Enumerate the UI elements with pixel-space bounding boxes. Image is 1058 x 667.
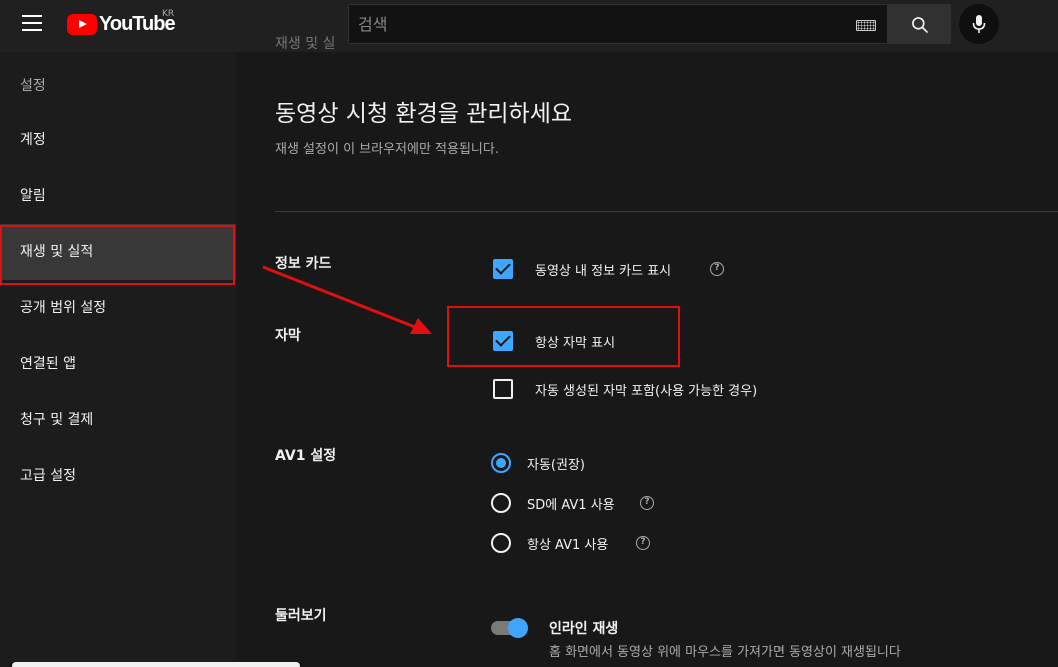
search-icon xyxy=(912,17,929,34)
sidebar-item-advanced[interactable]: 고급 설정 xyxy=(0,448,236,504)
youtube-play-icon xyxy=(67,13,97,35)
info-cards-checkbox[interactable] xyxy=(493,259,513,279)
av1-always-radio[interactable] xyxy=(491,533,511,553)
sidebar-item-connected-apps[interactable]: 연결된 앱 xyxy=(0,336,236,392)
inline-playback-description: 홈 화면에서 동영상 위에 마우스를 가져가면 동영상이 재생됩니다 xyxy=(549,645,901,660)
sidebar-item-account[interactable]: 계정 xyxy=(0,112,236,168)
section-divider xyxy=(275,211,1058,212)
sidebar-title: 설정 xyxy=(20,78,46,94)
info-cards-option-text: 동영상 내 정보 카드 표시 xyxy=(535,264,672,279)
menu-icon[interactable] xyxy=(22,15,42,31)
search-button[interactable] xyxy=(887,4,951,44)
av1-auto-text: 자동(권장) xyxy=(527,458,585,473)
av1-auto-radio[interactable] xyxy=(491,453,511,473)
microphone-icon xyxy=(972,15,986,33)
av1-sd-text: SD에 AV1 사용 xyxy=(527,498,615,513)
section-label-av1: AV1 설정 xyxy=(275,448,337,464)
search-input[interactable] xyxy=(349,5,839,43)
annotation-highlight-captions xyxy=(447,306,680,367)
auto-captions-text: 자동 생성된 자막 포함(사용 가능한 경우) xyxy=(535,384,758,399)
page-title: 동영상 시청 환경을 관리하세요 xyxy=(275,101,573,127)
annotation-highlight-sidebar xyxy=(0,225,235,285)
auto-captions-checkbox[interactable] xyxy=(493,379,513,399)
page-subtitle: 재생 설정이 이 브라우저에만 적용됩니다. xyxy=(275,142,499,157)
sidebar-item-privacy[interactable]: 공개 범위 설정 xyxy=(0,280,236,336)
search-box xyxy=(348,4,888,44)
annotation-arrow-icon xyxy=(262,265,432,334)
sidebar-item-billing[interactable]: 청구 및 결제 xyxy=(0,392,236,448)
bottom-overlay-strip xyxy=(12,662,300,667)
inline-playback-title: 인라인 재생 xyxy=(549,621,619,637)
voice-search-button[interactable] xyxy=(959,4,999,44)
section-label-browse: 둘러보기 xyxy=(275,608,327,624)
help-icon[interactable]: ? xyxy=(640,496,654,510)
inline-playback-toggle-thumb[interactable] xyxy=(508,618,528,638)
keyboard-icon[interactable] xyxy=(856,20,876,31)
av1-sd-radio[interactable] xyxy=(491,493,511,513)
top-header: YouTube KR xyxy=(0,0,1058,52)
help-icon[interactable]: ? xyxy=(710,262,724,276)
youtube-logo[interactable]: YouTube xyxy=(67,11,176,37)
region-code: KR xyxy=(162,9,175,19)
help-icon[interactable]: ? xyxy=(636,536,650,550)
sidebar-item-notifications[interactable]: 알림 xyxy=(0,168,236,224)
av1-always-text: 항상 AV1 사용 xyxy=(527,538,609,553)
scrolled-header-text: 재생 및 실 xyxy=(275,36,336,52)
settings-sidebar: 설정 계정 알림 재생 및 실적 공개 범위 설정 연결된 앱 청구 및 결제 … xyxy=(0,52,236,667)
